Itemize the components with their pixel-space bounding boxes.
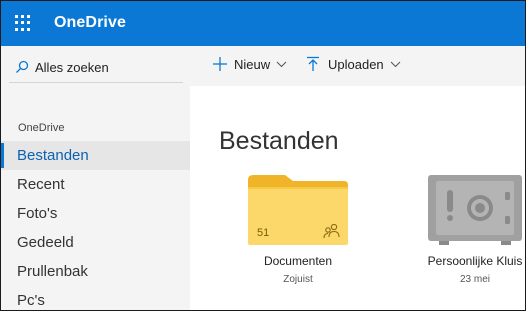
command-bar: Nieuw Uploaden <box>190 46 525 86</box>
main-content: Bestanden 51 Documenten Zojuist Persoonl… <box>190 86 525 310</box>
onedrive-window: OneDrive Alles zoeken OneDrive Bestanden… <box>0 0 526 311</box>
sidebar-item-pcs[interactable]: Pc's <box>1 286 190 310</box>
nav-section-label: OneDrive <box>18 122 65 134</box>
new-button-label: Nieuw <box>234 56 271 72</box>
shared-folder-icon: 51 <box>247 174 349 246</box>
app-launcher-icon[interactable] <box>15 15 31 31</box>
search-label: Alles zoeken <box>35 59 109 75</box>
divider <box>9 82 183 83</box>
upload-button-label: Uploaden <box>328 56 384 72</box>
upload-icon <box>307 56 319 71</box>
folder-tile-documenten[interactable]: 51 Documenten Zojuist <box>238 174 358 285</box>
vault-tile-persoonlijke-kluis[interactable]: Persoonlijke Kluis 23 mei <box>405 174 525 285</box>
tile-date: 23 mei <box>459 274 490 285</box>
sidebar-item-fotos[interactable]: Foto's <box>1 199 190 228</box>
tile-name: Persoonlijke Kluis <box>427 254 523 268</box>
left-navigation: Alles zoeken OneDrive Bestanden Recent F… <box>1 46 190 310</box>
vault-safe-icon <box>427 174 523 246</box>
tile-name: Documenten <box>263 254 333 268</box>
brand-title[interactable]: OneDrive <box>54 14 126 32</box>
search-icon <box>16 60 29 73</box>
new-button[interactable]: Nieuw <box>212 56 287 72</box>
sidebar-item-recent[interactable]: Recent <box>1 170 190 199</box>
sidebar-item-bestanden[interactable]: Bestanden <box>1 141 190 170</box>
chevron-down-icon <box>390 61 401 67</box>
app-header: OneDrive <box>1 1 525 46</box>
tile-date: Zojuist <box>283 274 313 285</box>
chevron-down-icon <box>276 61 287 67</box>
sidebar-item-prullenbak[interactable]: Prullenbak <box>1 257 190 286</box>
shared-people-icon <box>323 223 340 239</box>
search-box[interactable]: Alles zoeken <box>15 56 185 78</box>
sidebar-item-gedeeld[interactable]: Gedeeld <box>1 228 190 257</box>
upload-button[interactable]: Uploaden <box>306 56 401 72</box>
page-title: Bestanden <box>219 126 339 155</box>
item-count: 51 <box>257 227 270 239</box>
nav-list: Bestanden Recent Foto's Gedeeld Prullenb… <box>1 141 190 310</box>
plus-icon <box>213 57 227 71</box>
